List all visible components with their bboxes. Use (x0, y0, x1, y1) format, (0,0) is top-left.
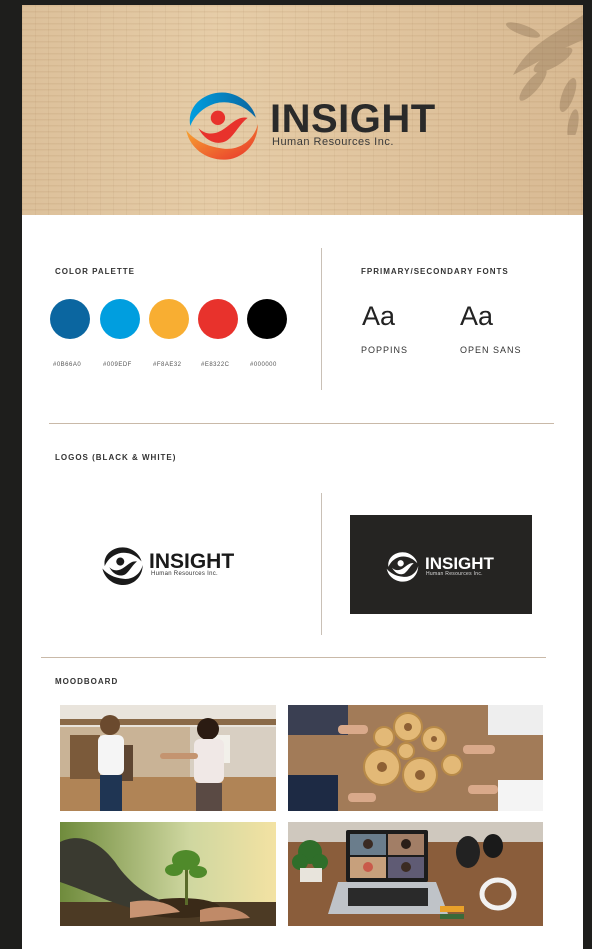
logo-white-card: INSIGHT Human Resources Inc. (350, 515, 532, 614)
swatch-hex-label: #F8AE32 (153, 362, 182, 368)
plant-shadow-icon (505, 15, 583, 135)
swatch-black (247, 299, 287, 339)
font-name-open-sans: OPEN SANS (460, 345, 522, 355)
logos-heading: LOGOS (BLACK & WHITE) (55, 453, 177, 462)
swatch-hex-label: #009EDF (103, 362, 132, 368)
fonts-heading: FPRIMARY/SECONDARY FONTS (361, 267, 509, 276)
swatch-blue-light (100, 299, 140, 339)
font-name-poppins: POPPINS (361, 345, 409, 355)
swatch-red (198, 299, 238, 339)
swatch-hex-label: #000000 (250, 362, 277, 368)
brand-board: INSIGHT Human Resources Inc. COLOR PALET… (22, 5, 583, 949)
swatch-hex-label: #E8322C (201, 362, 230, 368)
swatch-blue-dark (50, 299, 90, 339)
insight-logo-white-icon (386, 552, 419, 582)
palette-fonts-divider (321, 248, 322, 390)
section-divider (49, 423, 554, 424)
font-sample-open-sans: Aa (460, 301, 494, 331)
moodboard-heading: MOODBOARD (55, 677, 119, 686)
video-call-laptop-photo (288, 822, 543, 926)
swatch-hex-label: #0B66A0 (53, 362, 82, 368)
logo-black-tagline: Human Resources Inc. (151, 571, 219, 577)
section-divider (41, 657, 546, 658)
insight-logo-icon (186, 92, 258, 160)
logos-divider (321, 493, 322, 635)
gears-teamwork-photo (288, 705, 543, 811)
color-palette-heading: COLOR PALETTE (55, 267, 135, 276)
hero-brand-tagline: Human Resources Inc. (272, 136, 394, 148)
hero-brand-name: INSIGHT (270, 97, 436, 141)
logo-white-tagline: Human Resources Inc. (426, 571, 483, 577)
office-handshake-photo (60, 705, 276, 811)
hero-banner: INSIGHT Human Resources Inc. (22, 5, 583, 215)
insight-logo-black-icon (102, 547, 143, 585)
planting-sapling-photo (60, 822, 276, 926)
swatch-orange (149, 299, 189, 339)
font-sample-poppins: Aa (362, 301, 396, 331)
